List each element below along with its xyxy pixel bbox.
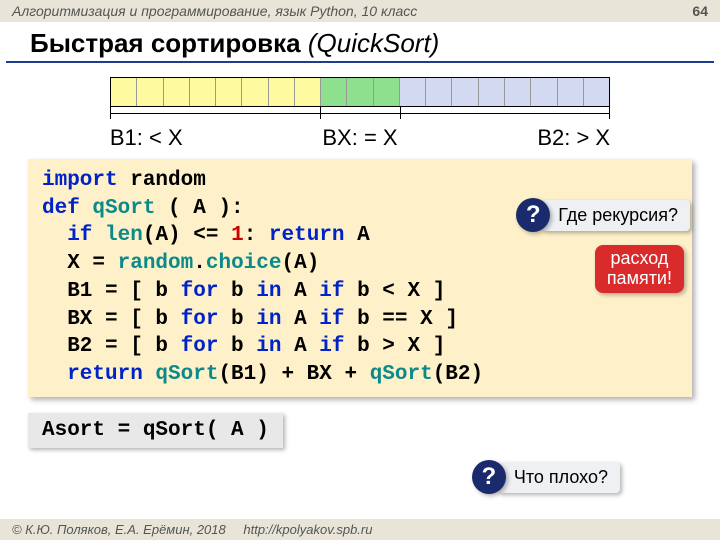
callout-bad: ? Что плохо? (472, 460, 620, 494)
label-b1: B1: < X (110, 125, 183, 151)
callout-memory: расход памяти! (595, 245, 684, 293)
asort-code: Asort = qSort( A ) (28, 413, 283, 448)
course-title: Алгоритмизация и программирование, язык … (12, 3, 417, 19)
title-sub: (QuickSort) (301, 28, 440, 58)
label-b2: B2: > X (537, 125, 610, 151)
code-block: import random def qSort ( A ): if len(A)… (28, 159, 692, 397)
partition-labels: B1: < X BX: = X B2: > X (40, 125, 680, 151)
title-main: Быстрая сортировка (30, 28, 301, 58)
label-bx: BX: = X (322, 125, 397, 151)
header: Алгоритмизация и программирование, язык … (0, 0, 720, 22)
partition-diagram (110, 77, 610, 119)
question-icon: ? (516, 198, 550, 232)
question-icon: ? (472, 460, 506, 494)
callout-recursion: ? Где рекурсия? (516, 198, 690, 232)
copyright: © К.Ю. Поляков, Е.А. Ерёмин, 2018 (12, 522, 226, 537)
page-title: Быстрая сортировка (QuickSort) (6, 22, 714, 63)
callout-text: Что плохо? (498, 462, 620, 493)
footer-link[interactable]: http://kpolyakov.spb.ru (243, 522, 372, 537)
page-number: 64 (692, 3, 708, 19)
footer: © К.Ю. Поляков, Е.А. Ерёмин, 2018 http:/… (0, 519, 720, 540)
callout-text: Где рекурсия? (542, 200, 690, 231)
